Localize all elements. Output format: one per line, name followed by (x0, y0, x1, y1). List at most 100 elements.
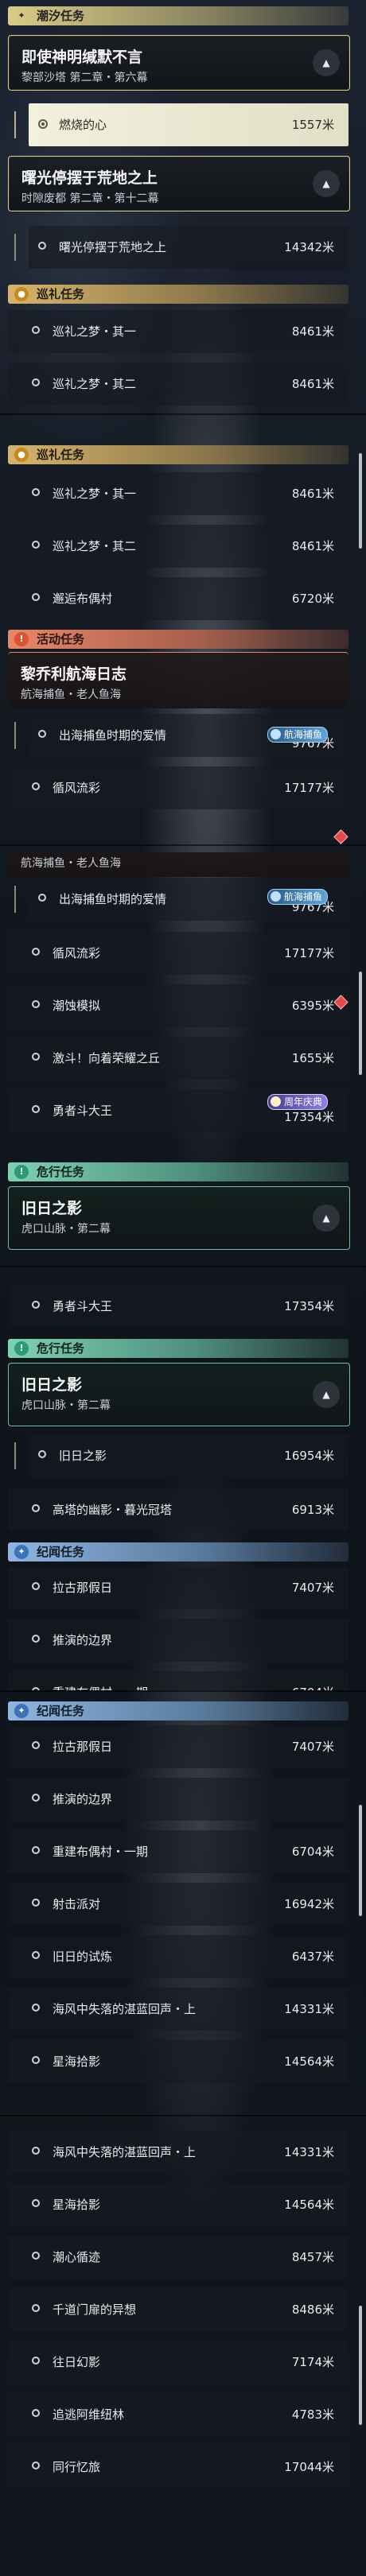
circle-icon (32, 1582, 40, 1590)
task-row-rapids[interactable]: 循风流彩 17177米 (8, 766, 348, 809)
task-distance: 6704米 (291, 1845, 334, 1859)
category-label: 巡礼任务 (37, 287, 85, 301)
task-label: 高塔的幽影・暮光冠塔 (53, 1503, 173, 1517)
task-label: 勇者斗大王 (53, 1299, 113, 1313)
task-row-rebuild[interactable]: 重建布偶村・一期 6704米 (8, 1671, 348, 1690)
task-row-rebuild[interactable]: 重建布偶村・一期 6704米 (8, 1830, 348, 1873)
task-row-burning-heart[interactable]: 燃烧的心 1557米 (14, 103, 348, 146)
task-row-star[interactable]: 星海拾影 14564米 (8, 2040, 348, 2083)
task-distance: 17354米 (284, 1299, 334, 1313)
category-header-tide[interactable]: ✦ 潮汐任务 (8, 6, 348, 25)
task-row-brave[interactable]: 勇者斗大王 17354米 (8, 1285, 348, 1328)
task-row-lost-ocean[interactable]: 海风中失落的湛蓝回声・上 14331米 (8, 2131, 348, 2174)
task-row-past-illusion[interactable]: 往日幻影 7174米 (8, 2341, 348, 2384)
category-header-tour[interactable]: ● 巡礼任务 (8, 285, 348, 304)
chevron-up-icon[interactable]: ▲ (313, 1205, 340, 1232)
quest-subtitle: 航海捕鱼・老人鱼海 (21, 857, 121, 870)
task-label: 循风流彩 (53, 946, 101, 960)
task-label: 旧日的试炼 (53, 1949, 113, 1964)
panel-divider (0, 844, 366, 846)
category-header-tour[interactable]: ● 巡礼任务 (8, 445, 348, 464)
task-row-glory[interactable]: 激斗！向着荣耀之丘 1655米 (8, 1037, 348, 1080)
scrollbar[interactable] (359, 1805, 362, 1916)
task-label: 旧日之影 (59, 1449, 107, 1463)
quest-list-panel-4: 勇者斗大王 17354米 ! 危行任务 旧日之影 虎口山脉・第二幕 ▲ 旧日之影… (0, 1275, 366, 1690)
task-distance: 16954米 (284, 1449, 334, 1463)
task-label: 出海捕鱼时期的爱情 (59, 892, 167, 906)
quest-list-panel-5: ✦ 纪闻任务 拉古那假日 7407米 推演的边界 重建布偶村・一期 6704米 … (0, 1693, 366, 2115)
task-label: 星海拾影 (53, 2198, 101, 2212)
task-row-lost-ocean[interactable]: 海风中失落的湛蓝回声・上 14331米 (8, 1988, 348, 2031)
quest-header-sailing[interactable]: 黎乔利航海日志 航海捕鱼・老人鱼海 (8, 652, 348, 708)
circle-icon (38, 730, 46, 738)
category-header-danger[interactable]: ! 危行任务 (8, 1162, 348, 1181)
quest-header-shadow[interactable]: 旧日之影 虎口山脉・第二幕 ▲ (8, 1363, 350, 1426)
category-header-lore[interactable]: ✦ 纪闻任务 (8, 1701, 348, 1721)
scrollbar[interactable] (359, 453, 362, 549)
task-distance: 8461米 (291, 324, 334, 339)
category-header-danger[interactable]: ! 危行任务 (8, 1339, 348, 1358)
task-row-together[interactable]: 同行忆旅 17044米 (8, 2446, 348, 2489)
task-row-pursue[interactable]: 追逃阿维纽林 4783米 (8, 2393, 348, 2436)
circle-icon (32, 1635, 40, 1643)
task-row-tower[interactable]: 高塔的幽影・暮光冠塔 6913米 (8, 1488, 348, 1531)
quest-subtitle: 航海捕鱼・老人鱼海 (21, 689, 121, 701)
task-row-tide-sim[interactable]: 潮蚀模拟 6395米 (8, 984, 348, 1027)
circle-icon (32, 2409, 40, 2417)
circle-icon (38, 242, 46, 250)
task-label: 海风中失落的湛蓝回声・上 (53, 2145, 197, 2159)
task-row-star[interactable]: 星海拾影 14564米 (8, 2183, 348, 2226)
event-flag-icon: ! (14, 632, 29, 646)
quest-header-silence[interactable]: 即使神明缄默不言 黎部沙塔 第二章・第六幕 ▲ (8, 35, 350, 91)
chevron-up-icon[interactable]: ▲ (313, 1381, 340, 1408)
task-row-dream-2[interactable]: 巡礼之梦・其二 8461米 (8, 525, 348, 568)
task-row-old-days[interactable]: 拉古那假日 7407米 (8, 1725, 348, 1768)
task-label: 拉古那假日 (53, 1740, 113, 1754)
task-row-trial[interactable]: 旧日的试炼 6437米 (8, 1935, 348, 1978)
task-label: 重建布偶村・一期 (53, 1684, 148, 1690)
category-header-lore[interactable]: ✦ 纪闻任务 (8, 1542, 348, 1562)
task-row-edge[interactable]: 推演的边界 (8, 1619, 348, 1662)
circle-icon (32, 326, 40, 334)
circle-icon (32, 2056, 40, 2064)
task-row-dream-1[interactable]: 巡礼之梦・其一 8461米 (8, 310, 348, 353)
circle-icon (32, 593, 40, 601)
quest-title: 旧日之影 (21, 1376, 83, 1394)
quest-header-sailing[interactable]: 航海捕鱼・老人鱼海 (8, 852, 348, 877)
task-row-edge[interactable]: 推演的边界 (8, 1778, 348, 1821)
scrollbar[interactable] (359, 972, 362, 1075)
task-row-shooting[interactable]: 射击派对 16942米 (8, 1883, 348, 1926)
map-pin-icon: ● (14, 287, 29, 301)
task-row-dream-1[interactable]: 巡礼之梦・其一 8461米 (8, 472, 348, 515)
scrollbar[interactable] (359, 2306, 362, 2425)
quest-subtitle: 时隙废都 第二章・第十二幕 (21, 192, 159, 205)
danger-icon: ! (14, 1165, 29, 1179)
quest-subtitle: 虎口山脉・第二幕 (21, 1223, 111, 1236)
task-row-tidal-heart[interactable]: 潮心循迹 8457米 (8, 2236, 348, 2279)
quest-header-shadow[interactable]: 旧日之影 虎口山脉・第二幕 ▲ (8, 1186, 350, 1250)
anniversary-event-badge: 周年庆典 (267, 1094, 329, 1110)
category-header-event[interactable]: ! 活动任务 (8, 630, 348, 649)
task-label: 推演的边界 (53, 1792, 113, 1806)
sparkle-icon: ✦ (18, 10, 25, 21)
task-label: 曙光停摆于荒地之上 (59, 240, 167, 254)
task-label: 潮心循迹 (53, 2250, 101, 2264)
quest-list-panel-1: ✦ 潮汐任务 即使神明缄默不言 黎部沙塔 第二章・第六幕 ▲ 燃烧的心 1557… (0, 0, 366, 413)
circle-icon (32, 2304, 40, 2312)
chevron-up-icon[interactable]: ▲ (313, 49, 340, 76)
chevron-up-icon[interactable]: ▲ (313, 170, 340, 197)
task-row-thousand[interactable]: 千道门扉的异想 8486米 (8, 2288, 348, 2331)
fishing-event-badge: 航海捕鱼 (267, 889, 329, 905)
task-row-old-days[interactable]: 拉古那假日 7407米 (8, 1566, 348, 1609)
category-label: 纪闻任务 (37, 1704, 85, 1718)
task-row-bugu[interactable]: 邂逅布偶村 6720米 (8, 577, 348, 620)
task-distance: 6720米 (291, 592, 334, 606)
task-row-dawn[interactable]: 曙光停摆于荒地之上 14342米 (14, 226, 348, 269)
circle-icon (32, 1846, 40, 1854)
task-row-shadow[interactable]: 旧日之影 16954米 (14, 1434, 348, 1477)
circle-icon (32, 1301, 40, 1309)
task-row-rapids[interactable]: 循风流彩 17177米 (8, 932, 348, 975)
quest-header-dawn[interactable]: 曙光停摆于荒地之上 时隙废都 第二章・第十二幕 ▲ (8, 156, 350, 211)
task-distance: 14342米 (284, 240, 334, 254)
task-row-dream-2[interactable]: 巡礼之梦・其二 8461米 (8, 363, 348, 405)
